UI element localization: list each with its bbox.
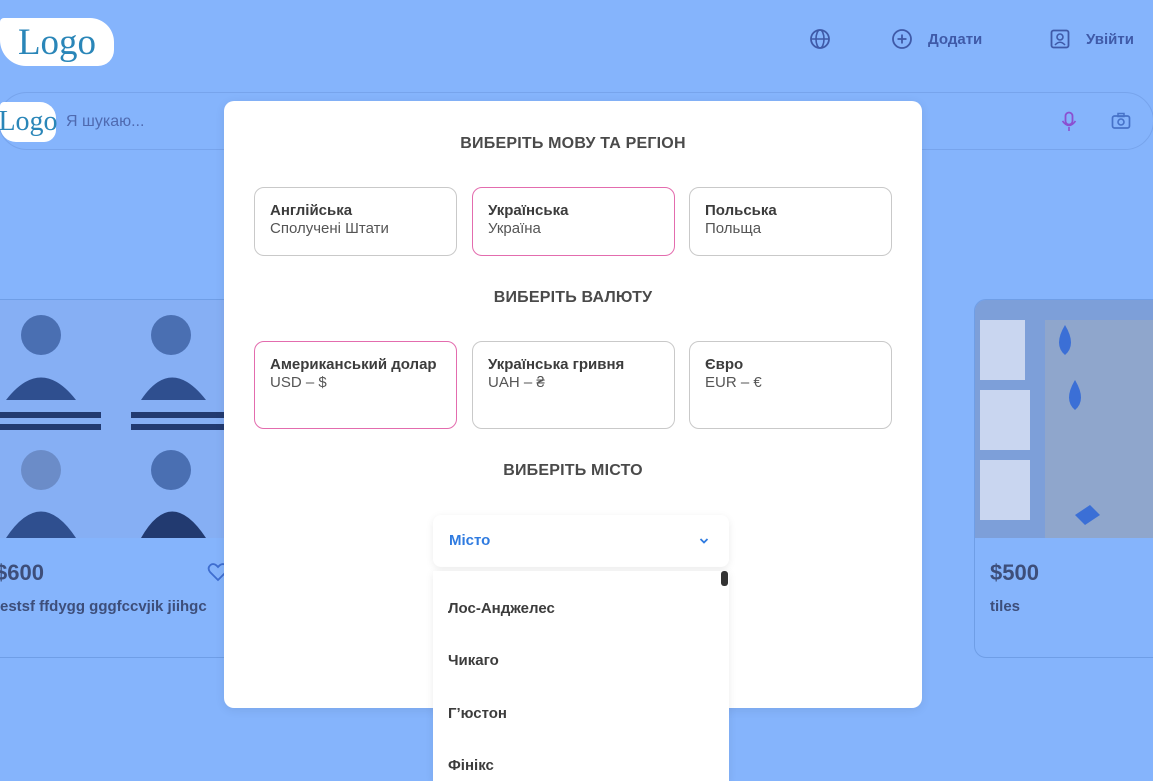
product-image [0,300,239,538]
camera-icon[interactable] [1111,112,1131,130]
option-title: Українська гривня [488,356,625,373]
city-option[interactable]: Чикаго [448,652,499,669]
product-card[interactable]: $600 testsf ffdygg gggfccvjik jiihgc [0,299,240,658]
city-select-label: Місто [449,532,491,549]
product-card[interactable]: $500 tiles [974,299,1153,658]
language-section-title: ВИБЕРІТЬ МОВУ ТА РЕГІОН [460,135,686,152]
option-subtitle: Україна [488,220,541,237]
scrollbar-thumb[interactable] [721,571,728,586]
logo-text: Logo [17,21,97,63]
microphone-icon[interactable] [1060,111,1078,133]
user-icon[interactable] [1049,28,1071,50]
option-title: Євро [705,356,744,373]
city-option[interactable]: Фінікс [448,757,494,774]
city-section-title: ВИБЕРІТЬ МІСТО [503,462,643,479]
globe-icon[interactable] [809,28,831,50]
language-option-polish[interactable]: Польська Польща [689,187,892,256]
plus-circle-icon[interactable] [891,28,913,50]
product-title[interactable]: testsf ffdygg gggfccvjik jiihgc [0,598,207,615]
currency-option-usd[interactable]: Американський долар USD – $ [254,341,457,429]
product-image [975,300,1153,538]
add-button[interactable]: Додати [928,31,982,48]
option-subtitle: USD – $ [270,374,327,391]
login-button[interactable]: Увійти [1086,31,1134,48]
product-title[interactable]: tiles [990,598,1020,615]
option-subtitle: EUR – € [705,374,762,391]
option-title: Американський долар [270,356,437,373]
logo[interactable]: Logo [0,18,114,66]
currency-option-eur[interactable]: Євро EUR – € [689,341,892,429]
language-option-ukrainian[interactable]: Українська Україна [472,187,675,256]
option-subtitle: Польща [705,220,762,237]
search-logo-text: Logo [0,106,58,137]
option-subtitle: Сполучені Штати [270,220,389,237]
option-title: Польська [705,202,777,219]
option-subtitle: UAH – ₴ [488,374,545,391]
product-price: $600 [0,560,44,585]
city-option[interactable]: Лос-Анджелес [448,600,555,617]
city-dropdown-list: Лос-Анджелес Чикаго Г’юстон Фінікс [433,571,729,781]
search-logo: Logo [0,102,58,142]
currency-option-uah[interactable]: Українська гривня UAH – ₴ [472,341,675,429]
language-option-english[interactable]: Англійська Сполучені Штати [254,187,457,256]
city-select[interactable]: Місто [433,515,729,567]
currency-section-title: ВИБЕРІТЬ ВАЛЮТУ [493,289,653,306]
city-option[interactable]: Г’юстон [448,705,507,722]
option-title: Англійська [270,202,353,219]
option-title: Українська [488,202,569,219]
chevron-down-icon [699,538,709,544]
product-price: $500 [990,560,1039,585]
